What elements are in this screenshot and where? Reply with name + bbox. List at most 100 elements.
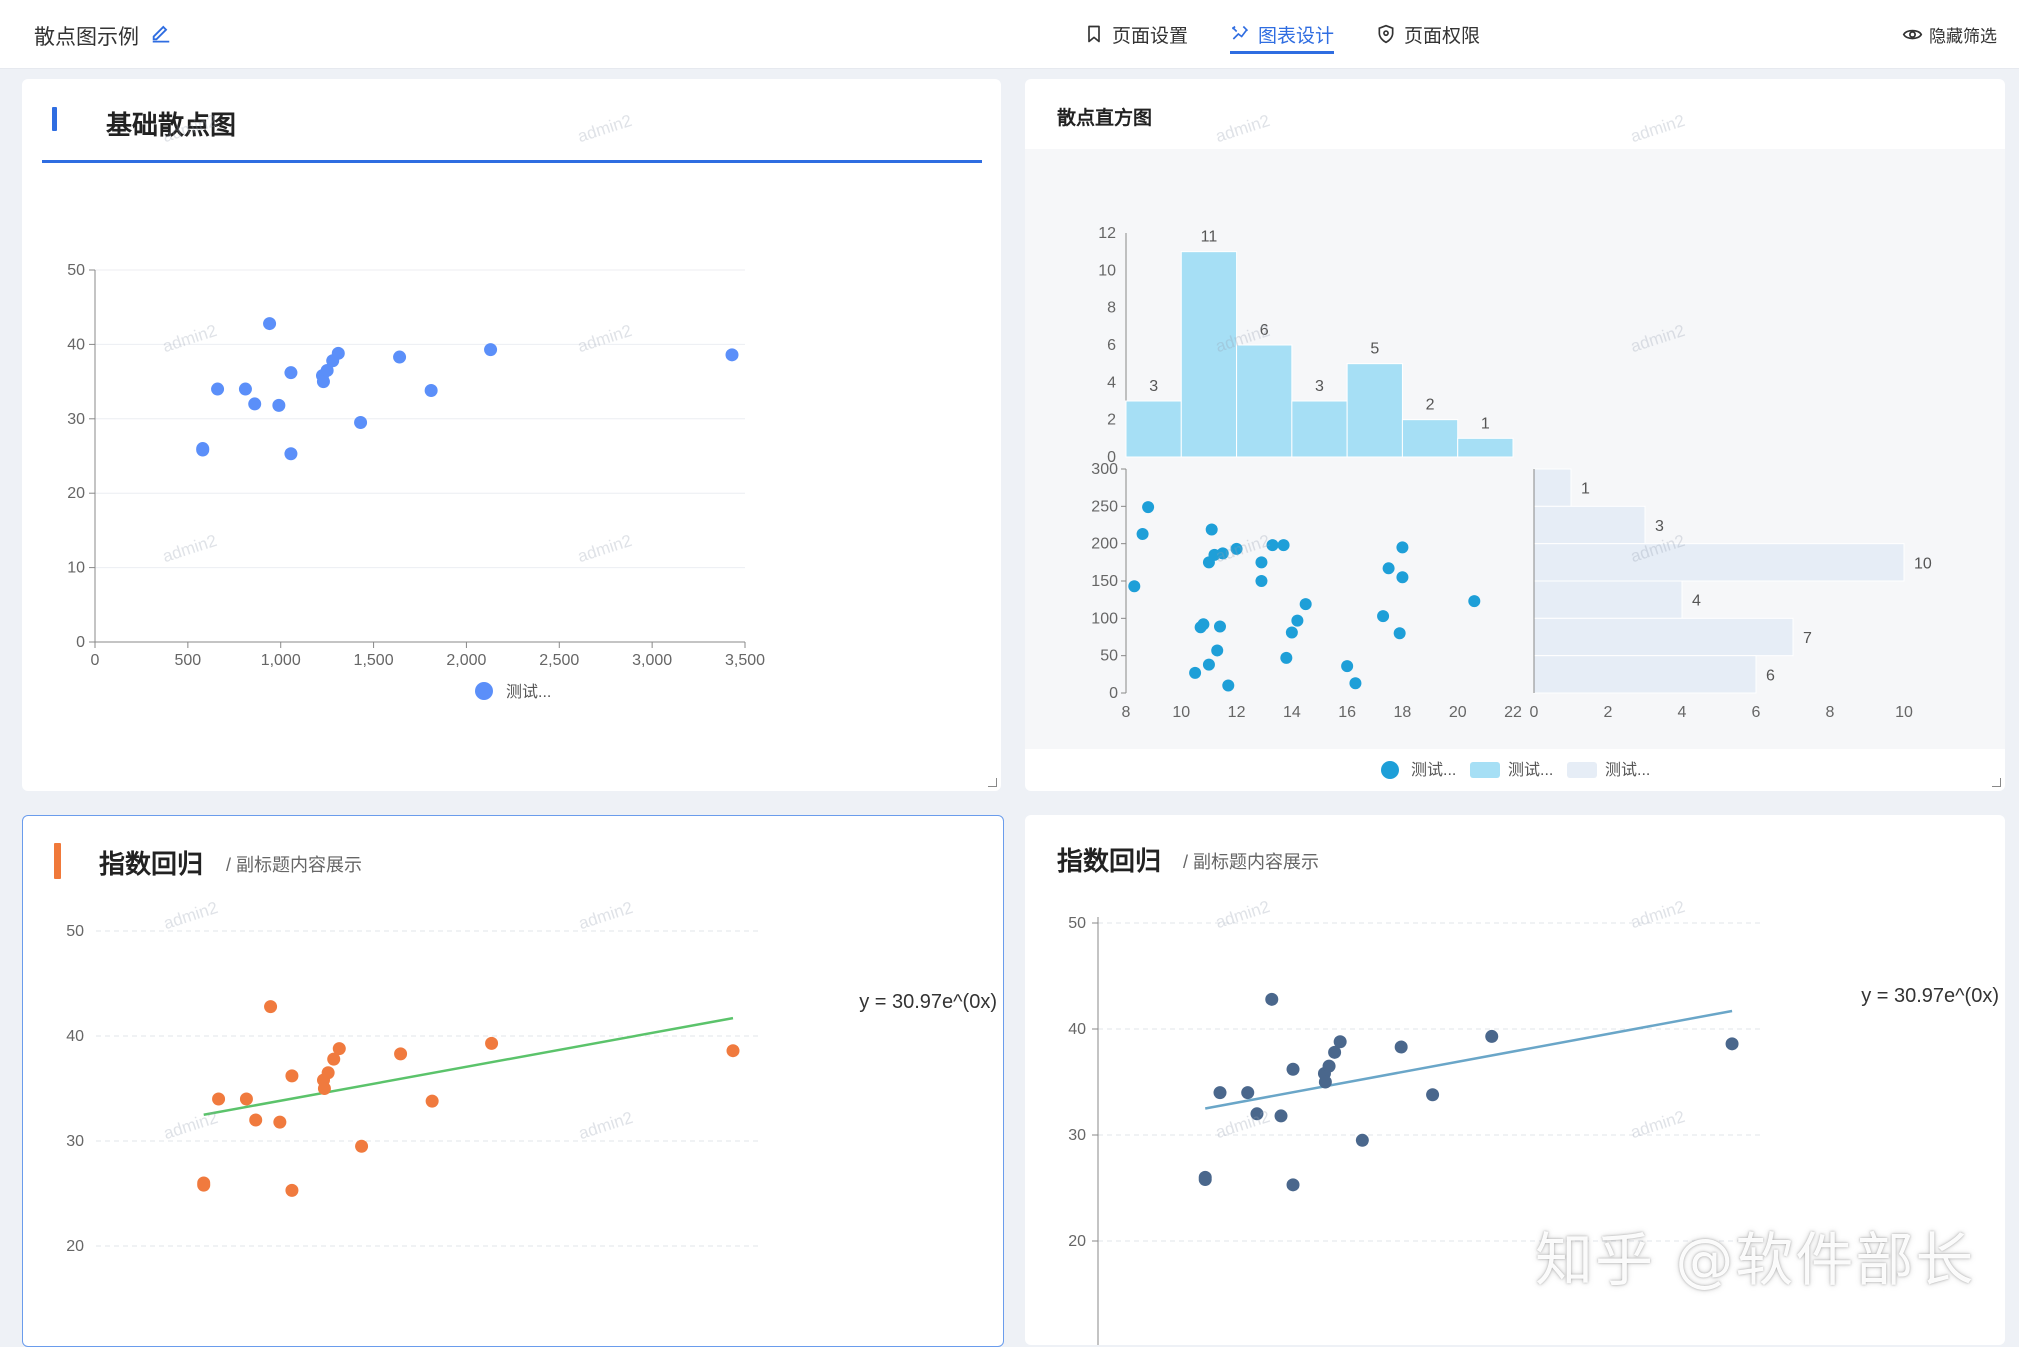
scatter-point <box>1128 580 1141 593</box>
hist-bar <box>1533 505 1646 545</box>
tab-chart-design[interactable]: 图表设计 <box>1230 0 1335 68</box>
hist-x-tick-label: 10 <box>1895 704 1913 721</box>
scatter-point <box>239 1092 253 1106</box>
y-tick-label: 40 <box>67 336 85 353</box>
x-tick-label: 16 <box>1338 704 1356 721</box>
legend-label: 测试... <box>506 683 551 701</box>
hist-y-tick-label: 4 <box>1107 374 1116 391</box>
x-tick-label: 2,000 <box>446 652 486 669</box>
scatter-point <box>1349 677 1362 690</box>
scatter-point <box>211 382 225 396</box>
scatter-point <box>725 348 739 362</box>
scatter-point <box>1396 571 1409 584</box>
scatter-point <box>1286 1178 1300 1192</box>
hist-bar-label: 11 <box>1201 229 1218 246</box>
shield-icon <box>1378 24 1394 44</box>
scatter-point <box>484 343 498 357</box>
hist-bar-label: 1 <box>1481 415 1490 432</box>
y-tick-label: 100 <box>1091 610 1118 627</box>
regression-line <box>1204 1009 1733 1110</box>
scatter-point <box>424 384 438 398</box>
y-tick-label: 200 <box>1091 536 1118 553</box>
watermark-text: admin2 <box>575 110 635 147</box>
title-accent-bar <box>52 107 57 131</box>
tab-label: 图表设计 <box>1258 25 1335 47</box>
scatter-point <box>485 1036 499 1050</box>
scatter-point <box>1396 541 1409 554</box>
scatter-point <box>1213 620 1226 633</box>
y-tick-label: 50 <box>1100 648 1118 665</box>
edit-icon[interactable] <box>150 21 172 43</box>
scatter-point <box>1277 539 1290 552</box>
hist-bar-label: 2 <box>1426 397 1435 414</box>
tab-label: 页面权限 <box>1404 25 1481 47</box>
y-tick-label: 10 <box>67 560 85 577</box>
scatter-point <box>1222 679 1235 692</box>
y-tick-label: 20 <box>1068 1233 1086 1250</box>
hist-bar <box>1533 655 1757 694</box>
hist-y-tick-label: 6 <box>1107 337 1116 354</box>
resize-handle[interactable] <box>988 778 997 787</box>
corner-watermark: 知乎 @软件部长 <box>1535 1226 1976 1294</box>
scatter-point <box>1382 562 1395 575</box>
x-tick-label: 10 <box>1172 704 1190 721</box>
tab-page-settings[interactable]: 页面设置 <box>1084 0 1188 68</box>
scatter-point <box>1255 575 1268 587</box>
hide-filter-button[interactable]: 隐藏筛选 <box>1902 0 1997 68</box>
hist-bar <box>1236 344 1293 458</box>
scatter-point <box>1255 556 1268 569</box>
y-tick-label: 0 <box>1109 685 1118 702</box>
hist-bar <box>1125 400 1182 458</box>
x-tick-label: 20 <box>1449 704 1467 721</box>
scatter-histogram-chart[interactable]: 024681012311635210501001502002503008 10 12… <box>1025 79 2005 791</box>
resize-handle[interactable] <box>1992 778 2001 787</box>
scatter-point <box>1285 626 1298 639</box>
scatter-point <box>263 317 277 331</box>
scatter-point <box>273 1115 287 1129</box>
x-tick-label: 2,500 <box>539 652 579 669</box>
hist-x-tick-label: 4 <box>1678 704 1687 721</box>
scatter-point <box>1211 644 1224 657</box>
legend-label: 测试... <box>1508 761 1553 779</box>
hist-bar-label: 7 <box>1803 630 1812 647</box>
regression-line <box>203 1016 734 1116</box>
hist-y-tick-label: 10 <box>1098 262 1116 279</box>
scatter-point <box>332 1042 346 1056</box>
scatter-point <box>425 1094 439 1108</box>
scatter-point <box>249 1113 263 1127</box>
legend-label: 测试... <box>1605 761 1650 779</box>
scatter-point <box>1197 618 1210 631</box>
hist-bar <box>1457 437 1514 458</box>
scatter-point <box>1291 614 1304 627</box>
hist-x-tick-label: 0 <box>1530 704 1539 721</box>
scatter-point <box>248 397 262 411</box>
scatter-point <box>285 1183 299 1197</box>
scatter-point <box>264 1000 278 1014</box>
scatter-point <box>354 416 368 430</box>
scatter-point <box>1394 1040 1408 1054</box>
hist-bar <box>1533 580 1683 619</box>
scatter-point <box>284 447 298 461</box>
chart-design-icon <box>1231 25 1249 40</box>
basic-scatter-chart[interactable]: 010203040500 500 1,000 1,500 2,000 2,500 3,000… <box>22 161 1001 791</box>
hist-bar <box>1533 617 1794 657</box>
tab-page-permission[interactable]: 页面权限 <box>1376 0 1480 68</box>
regression-label: y = 30.97e^(0x) <box>859 991 997 1013</box>
x-tick-label: 14 <box>1283 704 1301 721</box>
scatter-point <box>272 398 286 412</box>
scatter-point <box>321 1066 335 1080</box>
scatter-point <box>1205 523 1218 536</box>
scatter-point <box>1322 1059 1336 1073</box>
hist-y-tick-label: 8 <box>1107 300 1116 317</box>
exp-regression-chart-1[interactable]: 20 30 40 50 y = 30.97e^(0x) <box>23 816 1003 1346</box>
scatter-point <box>1426 1088 1440 1102</box>
scatter-point <box>1468 595 1481 608</box>
scatter-point <box>1286 1062 1300 1076</box>
legend-marker <box>475 682 493 700</box>
legend-marker <box>1567 762 1597 778</box>
hist-bar <box>1533 543 1905 582</box>
hist-bar-label: 4 <box>1692 593 1701 610</box>
scatter-point <box>1377 610 1390 623</box>
page-title: 散点图示例 <box>34 26 139 49</box>
panel-basic-scatter: 基础散点图 0 10 20 30 40 50 0 500 1,000 1,500 2,000 2,50… <box>22 79 1001 791</box>
